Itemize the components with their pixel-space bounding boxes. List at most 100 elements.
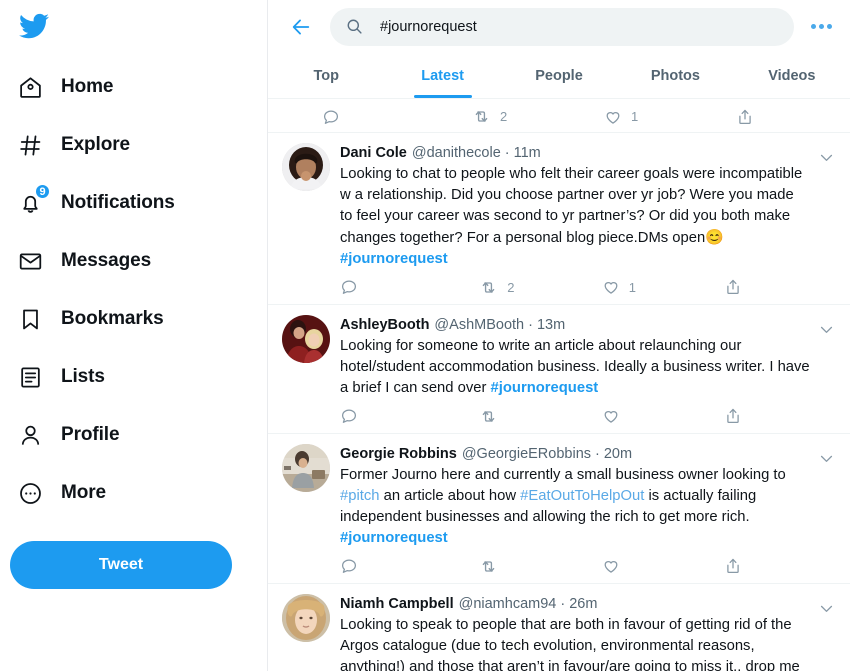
retweet-action[interactable]: 2 — [479, 278, 602, 297]
hashtag-link[interactable]: #EatOutToHelpOut — [520, 488, 644, 504]
tweet-timestamp[interactable]: 11m — [514, 143, 541, 163]
tweet-header: Georgie Robbins @GeorgieERobbins · 20m — [340, 444, 810, 464]
search-tabs: Top Latest People Photos Videos — [268, 53, 850, 99]
separator: · — [528, 317, 533, 333]
bell-icon: 9 — [13, 183, 51, 220]
separator: · — [595, 446, 600, 462]
sidebar-item-label: Bookmarks — [61, 308, 164, 329]
search-box[interactable] — [330, 7, 794, 46]
search-header — [268, 0, 850, 53]
retweet-count: 2 — [507, 279, 515, 295]
like-action[interactable] — [602, 557, 725, 575]
tweet-text: Looking to chat to people who felt their… — [340, 163, 810, 270]
tweet-timestamp[interactable]: 13m — [537, 315, 565, 335]
share-action[interactable] — [736, 108, 796, 126]
tweet-body: Niamh Campbell @niamhcam94 · 26m Looking… — [330, 594, 814, 671]
tweet-item[interactable]: Niamh Campbell @niamhcam94 · 26m Looking… — [268, 584, 850, 671]
tweet-item[interactable]: AshleyBooth @AshMBooth · 13m Looking for… — [268, 305, 850, 434]
tweet-text: Looking to speak to people that are both… — [340, 614, 810, 671]
sidebar-item-label: Messages — [61, 250, 152, 271]
tweet-item[interactable]: Dani Cole @danithecole · 11m Looking to … — [268, 133, 850, 305]
tab-videos[interactable]: Videos — [734, 53, 850, 98]
tweet-button[interactable]: Tweet — [10, 541, 232, 589]
tweet-timestamp[interactable]: 26m — [569, 594, 597, 614]
sidebar-item-profile[interactable]: Profile — [0, 406, 267, 464]
main-column: Top Latest People Photos Videos 2 — [268, 0, 850, 671]
tweet-author-handle[interactable]: @niamhcam94 — [459, 594, 557, 614]
chevron-down-icon[interactable] — [814, 315, 838, 433]
tweet-author-name[interactable]: AshleyBooth — [340, 315, 429, 335]
text-run: Looking to chat to people who felt their… — [340, 166, 803, 246]
tweet-body: AshleyBooth @AshMBooth · 13m Looking for… — [330, 315, 814, 433]
reply-action[interactable] — [340, 278, 479, 296]
hashtag-link[interactable]: #journorequest — [491, 380, 599, 396]
sidebar-item-more[interactable]: More — [0, 464, 267, 522]
sidebar-item-label: Notifications — [61, 192, 175, 213]
retweet-action[interactable]: 2 — [472, 107, 604, 126]
avatar[interactable] — [282, 594, 330, 642]
person-icon — [13, 418, 47, 452]
avatar[interactable] — [282, 143, 330, 191]
retweet-count: 2 — [500, 109, 508, 124]
hashtag-link[interactable]: #journorequest — [340, 251, 448, 267]
separator: · — [504, 145, 510, 161]
tab-people[interactable]: People — [501, 53, 617, 98]
like-count: 1 — [628, 279, 636, 295]
tweet-item[interactable]: Georgie Robbins @GeorgieERobbins · 20m F… — [268, 434, 850, 584]
emoji: 😊 — [705, 229, 724, 246]
home-icon — [13, 70, 47, 104]
sidebar-nav: Home Explore 9 Notifications Messages Bo… — [0, 58, 267, 522]
tweet-author-handle[interactable]: @AshMBooth — [434, 315, 524, 335]
like-action[interactable]: 1 — [602, 278, 725, 296]
tweet-author-handle[interactable]: @danithecole — [412, 143, 501, 163]
sidebar: Home Explore 9 Notifications Messages Bo… — [0, 0, 268, 671]
like-count: 1 — [631, 109, 639, 124]
reply-action[interactable] — [340, 557, 479, 575]
more-options-icon[interactable] — [804, 10, 838, 44]
sidebar-item-explore[interactable]: Explore — [0, 116, 267, 174]
sidebar-item-bookmarks[interactable]: Bookmarks — [0, 290, 267, 348]
dot — [810, 24, 816, 29]
tweet-text: Former Journo here and currently a small… — [340, 464, 810, 549]
more-circle-icon — [13, 476, 47, 510]
tab-photos[interactable]: Photos — [617, 53, 733, 98]
sidebar-item-messages[interactable]: Messages — [0, 232, 267, 290]
chevron-down-icon[interactable] — [814, 143, 838, 304]
avatar[interactable] — [282, 444, 330, 492]
notifications-badge: 9 — [34, 183, 51, 200]
reply-action[interactable] — [322, 108, 472, 126]
sidebar-item-home[interactable]: Home — [0, 58, 267, 116]
tweet-header: AshleyBooth @AshMBooth · 13m — [340, 315, 810, 335]
tweet-timestamp[interactable]: 20m — [604, 444, 632, 464]
tweet-author-handle[interactable]: @GeorgieERobbins — [462, 444, 591, 464]
retweet-action[interactable] — [479, 407, 602, 426]
tweet-author-name[interactable]: Georgie Robbins — [340, 444, 457, 464]
like-action[interactable]: 1 — [604, 108, 736, 126]
share-action[interactable] — [724, 278, 780, 296]
avatar[interactable] — [282, 315, 330, 363]
chevron-down-icon[interactable] — [814, 594, 838, 671]
search-input[interactable] — [380, 18, 778, 35]
reply-action[interactable] — [340, 407, 479, 425]
tweet-author-name[interactable]: Niamh Campbell — [340, 594, 454, 614]
sidebar-item-label: Explore — [61, 134, 130, 155]
hashtag-link[interactable]: #journorequest — [340, 530, 448, 546]
tab-top[interactable]: Top — [268, 53, 384, 98]
list-icon — [13, 360, 47, 394]
chevron-down-icon[interactable] — [814, 444, 838, 583]
tab-latest[interactable]: Latest — [384, 53, 500, 98]
tweet-author-name[interactable]: Dani Cole — [340, 143, 407, 163]
tweet-body: Dani Cole @danithecole · 11m Looking to … — [330, 143, 814, 304]
twitter-bird-logo[interactable] — [14, 6, 54, 46]
like-action[interactable] — [602, 407, 725, 425]
share-action[interactable] — [724, 407, 780, 425]
bookmark-icon — [13, 302, 47, 336]
sidebar-item-notifications[interactable]: 9 Notifications — [0, 174, 267, 232]
hashtag-link[interactable]: #pitch — [340, 488, 380, 504]
share-action[interactable] — [724, 557, 780, 575]
sidebar-item-lists[interactable]: Lists — [0, 348, 267, 406]
retweet-action[interactable] — [479, 557, 602, 576]
sidebar-item-label: More — [61, 482, 106, 503]
back-arrow-icon[interactable] — [284, 10, 318, 44]
text-run: an article about how — [379, 488, 521, 504]
